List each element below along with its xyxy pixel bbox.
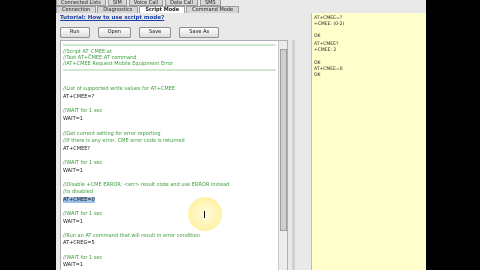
response-panel: AT+CMEE=? +CMEE: (0-2) OK AT+CMEE? +CMEE… [311, 13, 426, 270]
pane-splitter[interactable] [292, 40, 295, 270]
script-line: //is disabled [63, 189, 93, 195]
tab-diagnostics[interactable]: Diagnostics [97, 6, 139, 13]
main-tab-strip: Connection Diagnostics Script Mode Comma… [56, 6, 246, 13]
script-line: WAIT=1 [63, 116, 83, 122]
response-line: AT+CMEE? [314, 42, 339, 47]
selected-script-line[interactable]: AT+CMEE=0 [63, 197, 95, 203]
script-line: WAIT=1 [63, 262, 83, 268]
tutorial-link[interactable]: Tutorial: How to use script mode? [60, 15, 164, 21]
tab-connection[interactable]: Connection [56, 6, 97, 13]
response-line: +CMEE: (0-2) [314, 22, 345, 27]
highlight-band [63, 44, 276, 46]
script-line: AT+CREG=5 [63, 240, 95, 246]
script-line: //Run an AT command that will result in … [63, 233, 200, 239]
script-editor[interactable]: //Script AT_CMEE.at //Test AT+CMEE AT co… [60, 40, 288, 270]
text-cursor-icon [204, 211, 205, 218]
response-line: OK [314, 61, 321, 66]
left-letterbox [0, 0, 56, 270]
response-line: OK [314, 73, 321, 78]
script-line: WAIT=1 [63, 219, 83, 225]
script-line: //Disable +CME ERROR: <err> result code … [63, 182, 230, 188]
script-line: //AT+CMEE Request Mobile Equipment Error [63, 61, 174, 67]
response-line: +CMEE: 2 [314, 48, 337, 53]
tab-command-mode[interactable]: Command Mode [186, 6, 240, 13]
highlight-band [63, 69, 276, 71]
open-button[interactable]: Open [97, 27, 131, 38]
response-line: OK [314, 34, 321, 39]
script-line: //If there is any error, CME error code … [63, 138, 185, 144]
script-line: //WAIT for 1 sec [63, 255, 103, 261]
script-line: AT+CMEE? [63, 146, 91, 152]
script-toolbar: Run Open Save Save As [60, 27, 250, 38]
response-line: AT+CMEE=? [314, 16, 343, 21]
app-window: Connected Lists SIM Voice Call Data Call… [56, 0, 426, 270]
mouse-cursor-highlight [188, 197, 222, 231]
tab-script-mode[interactable]: Script Mode [139, 6, 186, 13]
script-line: //List of supported write values for AT+… [63, 86, 176, 92]
script-line: //WAIT for 1 sec [63, 160, 103, 166]
editor-scrollbar-thumb[interactable] [280, 49, 287, 231]
script-line: //Get current setting for error reportin… [63, 131, 161, 137]
response-line: AT+CMEE=0 [314, 67, 343, 72]
script-line: //WAIT for 1 sec [63, 108, 103, 114]
script-line: //WAIT for 1 sec [63, 211, 103, 217]
script-line: AT+CMEE=? [63, 94, 95, 100]
right-letterbox [426, 0, 480, 270]
save-as-button[interactable]: Save As [179, 27, 220, 38]
save-button[interactable]: Save [138, 27, 172, 38]
script-editor-content[interactable]: //Script AT_CMEE.at //Test AT+CMEE AT co… [61, 41, 278, 270]
run-button[interactable]: Run [60, 27, 90, 38]
editor-scrollbar[interactable] [278, 41, 287, 270]
script-line: WAIT=1 [63, 168, 83, 174]
